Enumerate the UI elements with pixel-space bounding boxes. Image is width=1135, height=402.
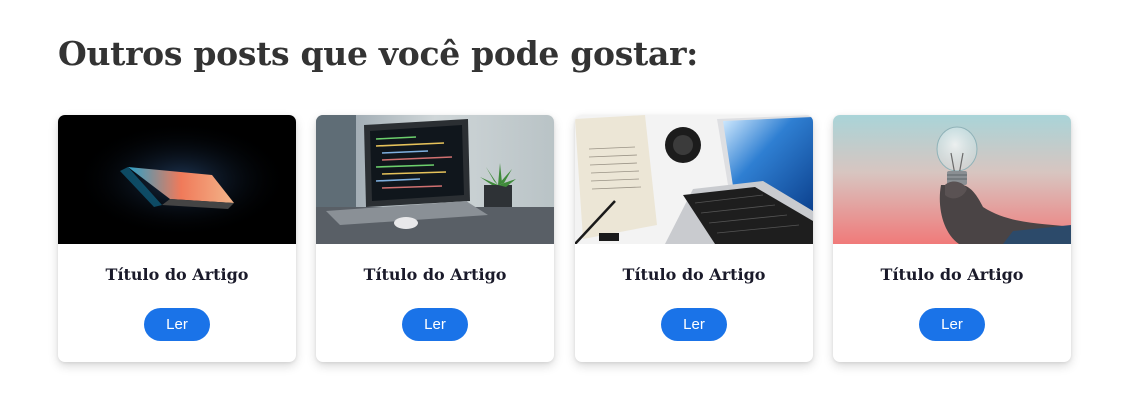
post-thumbnail-image[interactable] xyxy=(575,115,813,244)
section-heading: Outros posts que você pode gostar: xyxy=(58,34,699,73)
read-button[interactable]: Ler xyxy=(919,308,985,341)
post-thumbnail-image[interactable] xyxy=(833,115,1071,244)
post-title[interactable]: Título do Artigo xyxy=(833,265,1071,284)
post-thumbnail-image[interactable] xyxy=(58,115,296,244)
read-button[interactable]: Ler xyxy=(144,308,210,341)
read-button[interactable]: Ler xyxy=(661,308,727,341)
post-card[interactable]: Título do Artigo Ler xyxy=(316,115,554,362)
read-button[interactable]: Ler xyxy=(402,308,468,341)
post-title[interactable]: Título do Artigo xyxy=(316,265,554,284)
post-card[interactable]: Título do Artigo Ler xyxy=(833,115,1071,362)
related-posts-section: Outros posts que você pode gostar: Títul… xyxy=(0,0,1135,402)
post-title[interactable]: Título do Artigo xyxy=(575,265,813,284)
post-thumbnail-image[interactable] xyxy=(316,115,554,244)
post-title[interactable]: Título do Artigo xyxy=(58,265,296,284)
post-card[interactable]: Título do Artigo Ler xyxy=(575,115,813,362)
post-card[interactable]: Título do Artigo Ler xyxy=(58,115,296,362)
